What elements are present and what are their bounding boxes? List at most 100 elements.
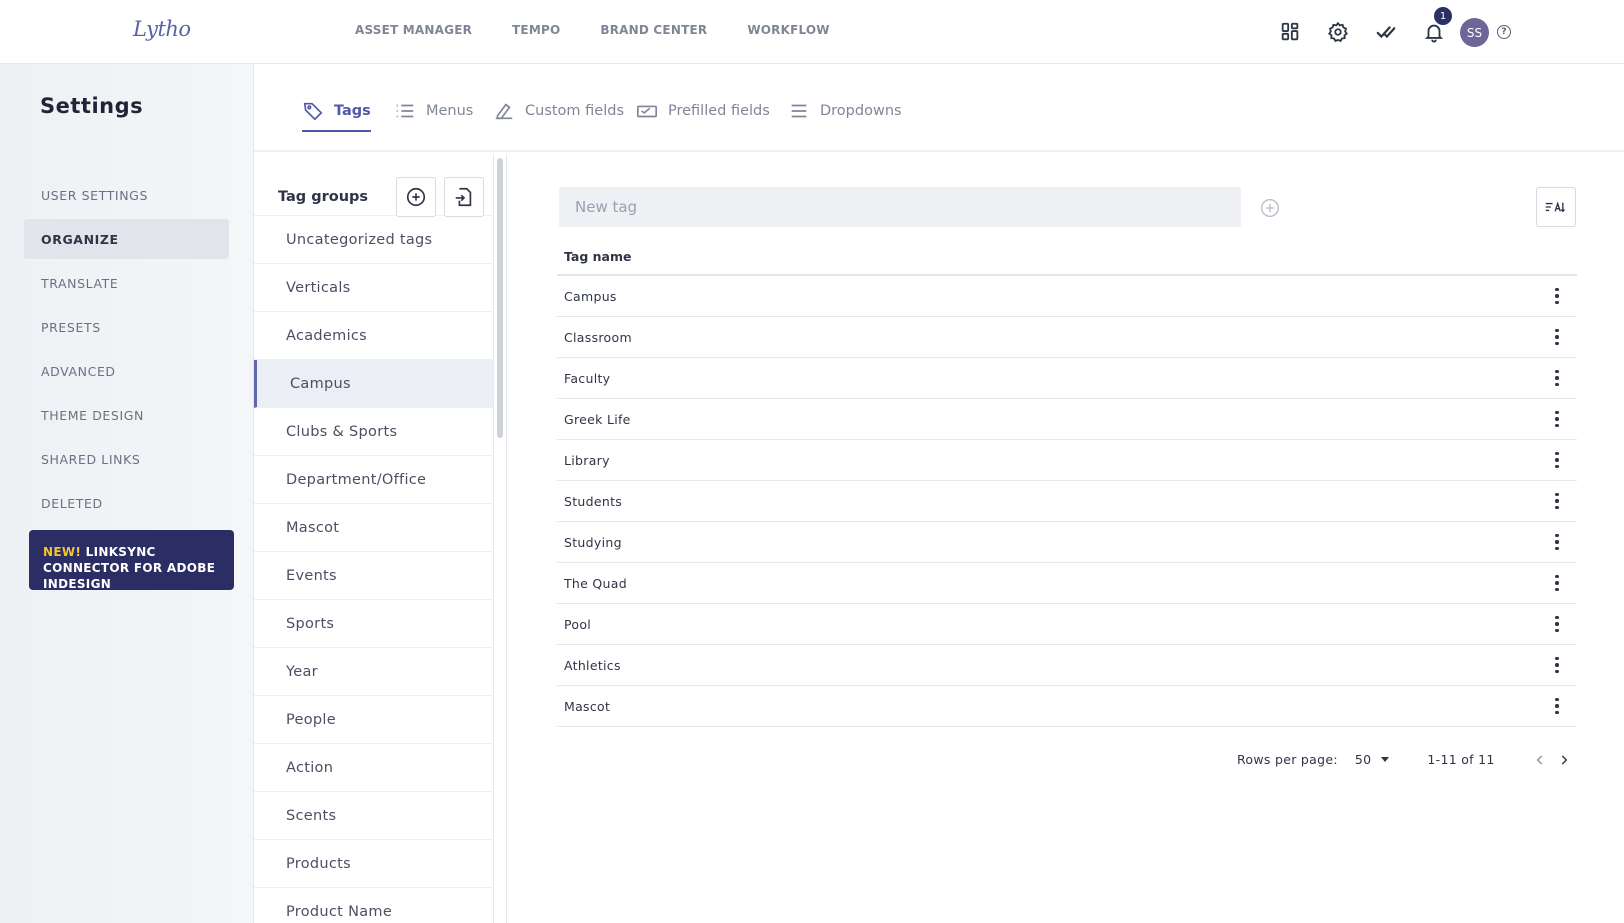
tag-group-item[interactable]: Sports — [254, 600, 493, 648]
sidebar-item-theme-design[interactable]: THEME DESIGN — [24, 395, 229, 435]
tag-group-item[interactable]: Action — [254, 744, 493, 792]
topnav-workflow[interactable]: WORKFLOW — [747, 23, 829, 37]
top-nav: ASSET MANAGER TEMPO BRAND CENTER WORKFLO… — [355, 23, 870, 37]
more-options-icon[interactable] — [1547, 696, 1567, 716]
tag-group-item[interactable]: Scents — [254, 792, 493, 840]
more-options-icon[interactable] — [1547, 409, 1567, 429]
tab-label: Dropdowns — [820, 103, 902, 119]
prefilled-field-icon — [637, 105, 657, 118]
tab-dropdowns[interactable]: Dropdowns — [788, 93, 902, 129]
table-row[interactable]: Athletics — [557, 645, 1577, 686]
tab-menus[interactable]: Menus — [394, 93, 473, 129]
chevron-left-icon[interactable] — [1533, 753, 1547, 767]
tag-group-item[interactable]: Year — [254, 648, 493, 696]
tag-group-item[interactable]: Products — [254, 840, 493, 888]
tag-group-item[interactable]: Clubs & Sports — [254, 408, 493, 456]
more-options-icon[interactable] — [1547, 614, 1567, 634]
tag-group-item[interactable]: Events — [254, 552, 493, 600]
tab-label: Custom fields — [525, 103, 625, 119]
top-bar: Lytho ASSET MANAGER TEMPO BRAND CENTER W… — [0, 0, 1624, 64]
tag-groups-scrollbar[interactable] — [497, 154, 505, 884]
promo-new-label: NEW! — [43, 545, 82, 559]
tag-group-item[interactable]: Product Name — [254, 888, 493, 923]
add-tag-icon[interactable] — [1260, 198, 1280, 218]
apps-icon[interactable] — [1276, 18, 1304, 46]
new-tag-input[interactable] — [559, 187, 1241, 227]
bell-icon[interactable]: 1 — [1420, 5, 1454, 46]
settings-sidebar: Settings USER SETTINGS ORGANIZE TRANSLAT… — [0, 64, 254, 923]
tab-custom-fields[interactable]: Custom fields — [493, 93, 624, 129]
table-row[interactable]: The Quad — [557, 563, 1577, 604]
table-row[interactable]: Greek Life — [557, 399, 1577, 440]
more-options-icon[interactable] — [1547, 450, 1567, 470]
custom-field-icon — [495, 103, 513, 120]
table-row[interactable]: Students — [557, 481, 1577, 522]
more-options-icon[interactable] — [1547, 286, 1567, 306]
sidebar-item-user-settings[interactable]: USER SETTINGS — [24, 175, 229, 215]
app-logo[interactable]: Lytho — [133, 17, 191, 41]
column-header-tag-name[interactable]: Tag name — [557, 239, 1577, 276]
rows-per-page-select[interactable]: 50 — [1355, 752, 1390, 767]
tag-name-cell: Campus — [564, 288, 617, 304]
add-tag-group-button[interactable] — [396, 177, 436, 217]
sidebar-item-advanced[interactable]: ADVANCED — [24, 351, 229, 391]
tag-group-item[interactable]: Department/Office — [254, 456, 493, 504]
scrollbar-thumb[interactable] — [497, 158, 503, 438]
chevron-right-icon[interactable] — [1557, 753, 1571, 767]
tag-group-item[interactable]: Uncategorized tags — [254, 216, 493, 264]
tag-group-item[interactable]: People — [254, 696, 493, 744]
caret-down-icon — [1381, 757, 1390, 762]
sidebar-item-shared-links[interactable]: SHARED LINKS — [24, 439, 229, 479]
pagination: Rows per page: 50 1-11 of 11 — [1237, 752, 1571, 767]
more-options-icon[interactable] — [1547, 532, 1567, 552]
list-icon — [396, 104, 414, 118]
sidebar-item-presets[interactable]: PRESETS — [24, 307, 229, 347]
sidebar-item-organize[interactable]: ORGANIZE — [24, 219, 229, 259]
tag-group-item[interactable]: Verticals — [254, 264, 493, 312]
sort-az-icon — [1545, 201, 1566, 213]
import-tag-group-button[interactable] — [444, 177, 484, 217]
table-row[interactable]: Campus — [557, 276, 1577, 317]
tag-group-item[interactable]: Mascot — [254, 504, 493, 552]
header-icons: 1 — [1276, 5, 1468, 46]
more-options-icon[interactable] — [1547, 655, 1567, 675]
tab-prefilled-fields[interactable]: Prefilled fields — [636, 93, 770, 129]
tag-group-item-selected[interactable]: Campus — [254, 360, 493, 408]
table-row[interactable]: Studying — [557, 522, 1577, 563]
table-row[interactable]: Mascot — [557, 686, 1577, 727]
tab-label: Prefilled fields — [668, 103, 770, 119]
plus-circle-icon — [406, 187, 426, 207]
settings-menu: USER SETTINGS ORGANIZE TRANSLATE PRESETS… — [24, 175, 229, 527]
more-options-icon[interactable] — [1547, 573, 1567, 593]
linksync-promo-banner[interactable]: NEW! LINKSYNC CONNECTOR FOR ADOBE INDESI… — [29, 530, 234, 591]
sidebar-item-deleted[interactable]: DELETED — [24, 483, 229, 523]
tag-name-cell: Greek Life — [564, 411, 631, 427]
tag-groups-panel: Tag groups Uncategorized tags Verticals … — [254, 154, 494, 923]
topnav-asset-manager[interactable]: ASSET MANAGER — [355, 23, 472, 37]
help-icon[interactable]: ? — [1497, 25, 1511, 39]
tag-name-cell: Pool — [564, 616, 592, 632]
table-row[interactable]: Faculty — [557, 358, 1577, 399]
gear-icon[interactable] — [1324, 18, 1352, 46]
table-row[interactable]: Classroom — [557, 317, 1577, 358]
table-row[interactable]: Pool — [557, 604, 1577, 645]
avatar[interactable]: SS — [1460, 18, 1489, 47]
check-tasks-icon[interactable] — [1372, 18, 1400, 46]
more-options-icon[interactable] — [1547, 327, 1567, 347]
notification-badge: 1 — [1432, 5, 1454, 27]
page-nav — [1533, 753, 1571, 767]
more-options-icon[interactable] — [1547, 368, 1567, 388]
rows-per-page-label: Rows per page: — [1237, 752, 1338, 767]
tag-name-cell: Students — [564, 493, 623, 509]
tag-group-item[interactable]: Academics — [254, 312, 493, 360]
topnav-tempo[interactable]: TEMPO — [512, 23, 560, 37]
table-row[interactable]: Library — [557, 440, 1577, 481]
page-title: Settings — [40, 94, 144, 118]
topnav-brand-center[interactable]: BRAND CENTER — [600, 23, 707, 37]
sort-alphabetical-button[interactable] — [1536, 187, 1576, 227]
sidebar-item-translate[interactable]: TRANSLATE — [24, 263, 229, 303]
tab-label: Menus — [426, 103, 474, 119]
tab-tags[interactable]: Tags — [302, 93, 371, 132]
tag-name-cell: Studying — [564, 534, 622, 550]
more-options-icon[interactable] — [1547, 491, 1567, 511]
